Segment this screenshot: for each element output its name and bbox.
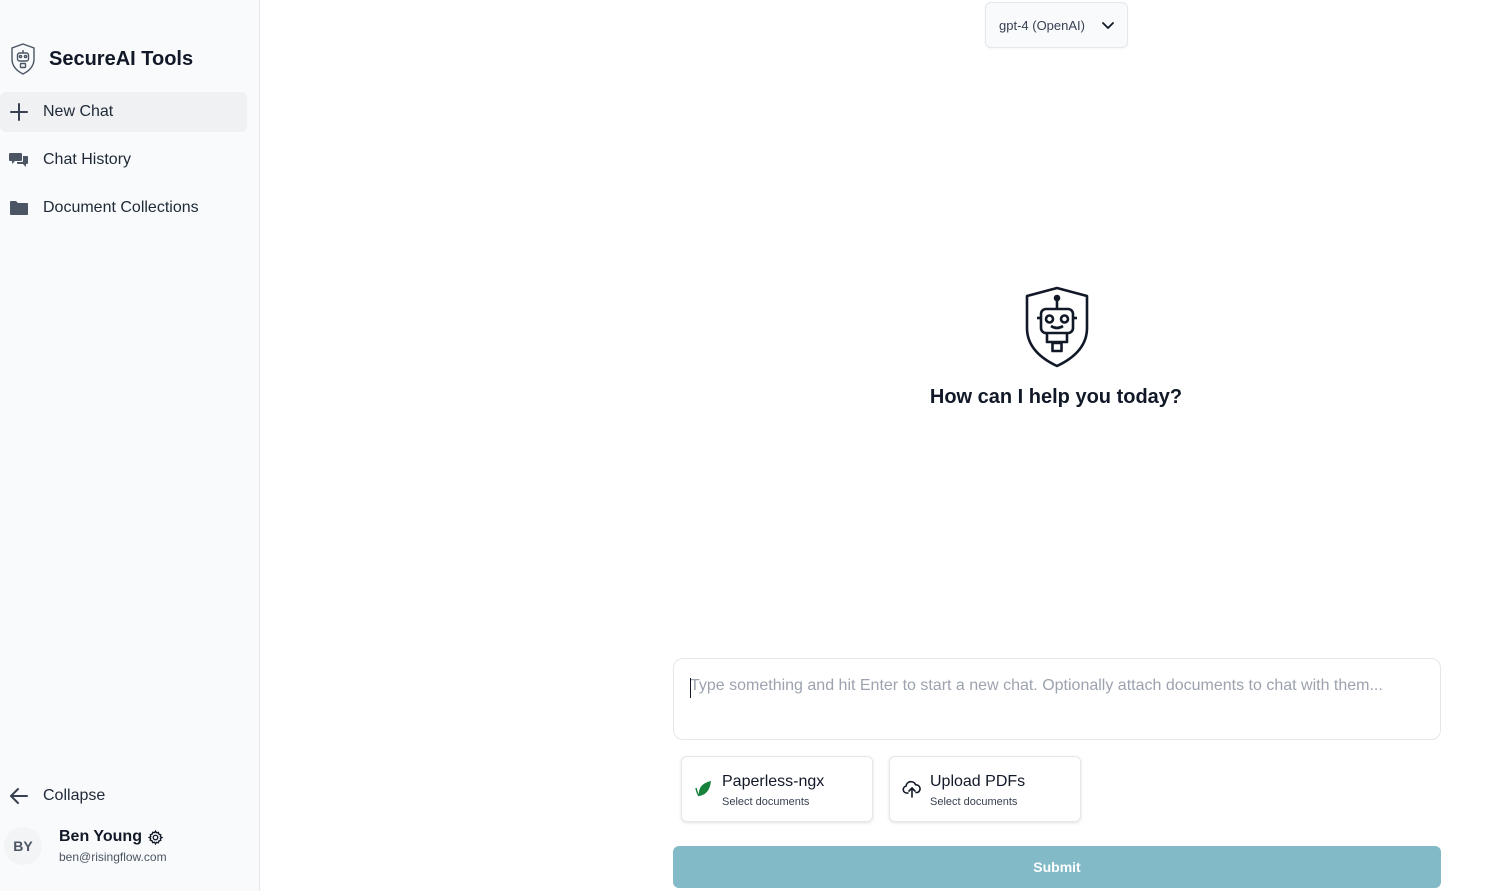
shield-robot-logo-icon bbox=[11, 43, 35, 75]
paperless-ngx-button[interactable]: Paperless-ngx Select documents bbox=[681, 756, 873, 822]
gear-icon[interactable] bbox=[147, 829, 163, 845]
model-selector[interactable]: gpt-4 (OpenAI) bbox=[985, 2, 1128, 48]
collapse-label: Collapse bbox=[43, 787, 106, 804]
chevron-down-icon bbox=[1102, 22, 1114, 29]
brand[interactable]: SecureAI Tools bbox=[10, 42, 193, 76]
submit-button[interactable]: Submit bbox=[673, 846, 1441, 888]
leaf-icon bbox=[695, 781, 711, 797]
sidebar-item-document-collections[interactable]: Document Collections bbox=[0, 188, 247, 228]
collapse-button[interactable]: Collapse bbox=[0, 777, 247, 815]
avatar[interactable]: BY bbox=[4, 827, 42, 865]
user-profile: BY Ben Young ben@risingflow.com bbox=[4, 824, 167, 868]
user-name: Ben Young bbox=[59, 828, 142, 845]
text-caret bbox=[690, 678, 691, 698]
plus-icon bbox=[8, 101, 30, 123]
sidebar-item-chat-history[interactable]: Chat History bbox=[0, 140, 247, 180]
cloud-upload-icon bbox=[902, 780, 921, 798]
shield-robot-icon bbox=[1025, 286, 1089, 368]
folder-icon bbox=[8, 197, 30, 219]
model-selector-value: gpt-4 (OpenAI) bbox=[999, 17, 1085, 33]
app-title: SecureAI Tools bbox=[49, 47, 194, 70]
user-email: ben@risingflow.com bbox=[59, 850, 167, 864]
source-title: Upload PDFs bbox=[930, 773, 1026, 790]
hero-text: How can I help you today? bbox=[929, 386, 1183, 408]
chat-input[interactable] bbox=[673, 658, 1441, 740]
source-subtitle: Select documents bbox=[930, 796, 1018, 808]
chat-bubbles-icon bbox=[8, 149, 30, 171]
sidebar-item-label: New Chat bbox=[43, 103, 114, 120]
sidebar-item-new-chat[interactable]: New Chat bbox=[0, 92, 247, 132]
upload-pdfs-button[interactable]: Upload PDFs Select documents bbox=[889, 756, 1081, 822]
arrow-left-icon bbox=[8, 785, 30, 807]
source-subtitle: Select documents bbox=[722, 796, 810, 808]
sidebar: SecureAI Tools New Chat Chat History Doc… bbox=[0, 0, 260, 891]
sidebar-item-label: Document Collections bbox=[43, 199, 199, 216]
sidebar-item-label: Chat History bbox=[43, 151, 132, 168]
source-title: Paperless-ngx bbox=[722, 773, 825, 790]
